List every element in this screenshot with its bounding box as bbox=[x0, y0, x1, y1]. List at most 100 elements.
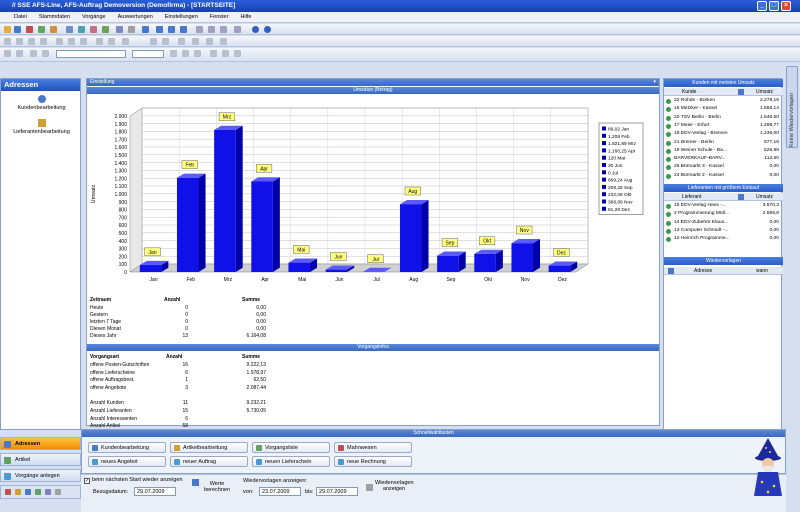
sort-icon[interactable] bbox=[122, 38, 129, 45]
view-icon[interactable] bbox=[150, 38, 157, 45]
quick-kundenbearbeitung-button[interactable]: Kundenbearbeitung bbox=[88, 442, 166, 453]
bezugsdatum-field[interactable]: 29.07.2009 bbox=[134, 487, 176, 496]
mini-nav-icon-1[interactable] bbox=[5, 489, 11, 495]
export-icon[interactable] bbox=[178, 38, 185, 45]
next-icon[interactable] bbox=[28, 38, 35, 45]
suppliers-col-umsatz[interactable]: Umsatz bbox=[756, 193, 773, 201]
italic-icon[interactable] bbox=[182, 50, 189, 57]
new-record-icon[interactable] bbox=[56, 38, 63, 45]
wiedervorlagen-col-adresse[interactable]: Adresse bbox=[694, 267, 712, 275]
customer-row[interactable]: 17 Meier - Erfurt 1.298,77 bbox=[664, 122, 783, 130]
wiedervorlagen-show-button[interactable]: Wiedervorlagen anzeigen bbox=[375, 480, 414, 492]
customer-row[interactable]: 19 Weiner Schule - Ba... 525,98 bbox=[664, 147, 783, 155]
menu-stammdaten[interactable]: Stammdaten bbox=[39, 14, 70, 20]
calc-icon[interactable] bbox=[196, 26, 203, 33]
close-button[interactable]: × bbox=[781, 1, 791, 11]
list-icon[interactable] bbox=[162, 38, 169, 45]
web-icon[interactable] bbox=[264, 26, 271, 33]
von-date-field[interactable]: 23.07.2009 bbox=[259, 487, 301, 496]
mini-nav-icon-3[interactable] bbox=[25, 489, 31, 495]
customer-row[interactable]: 22 Rohde - Borken 2.278,16 bbox=[664, 97, 783, 105]
mini-nav-icon-2[interactable] bbox=[15, 489, 21, 495]
prev-icon[interactable] bbox=[16, 38, 23, 45]
werte-berechnen-button[interactable]: Werte berechnen bbox=[201, 481, 233, 493]
customer-row[interactable]: 16 Metzker - Kassel 1.555,14 bbox=[664, 105, 783, 113]
supplier-row[interactable]: 14 EDV-Zubehör Klaus... 0,00 bbox=[664, 219, 783, 227]
arrange-icon[interactable] bbox=[180, 26, 187, 33]
calculate-icon[interactable] bbox=[192, 479, 199, 486]
add-icon[interactable] bbox=[102, 26, 109, 33]
align-right-icon[interactable] bbox=[234, 50, 241, 57]
tile-v-icon[interactable] bbox=[168, 26, 175, 33]
supplier-row[interactable]: 13 Computer Schmidt -... 0,00 bbox=[664, 227, 783, 235]
customer-row[interactable]: BARVERKAUF-BARV... 112,50 bbox=[664, 155, 783, 163]
customer-row[interactable]: 25 Bürmarkt 3 - Kassel 0,00 bbox=[664, 163, 783, 171]
globe-icon[interactable] bbox=[252, 26, 259, 33]
import-icon[interactable] bbox=[192, 38, 199, 45]
supplier-row[interactable]: 12 Heinrich Programme... 0,00 bbox=[664, 235, 783, 243]
customer-row[interactable]: 18 EDV-Verlag - Bremen 1.236,00 bbox=[664, 130, 783, 138]
last-icon[interactable] bbox=[40, 38, 47, 45]
bold-icon[interactable] bbox=[170, 50, 177, 57]
font-combo[interactable] bbox=[56, 49, 126, 58]
mini-nav-icon-6[interactable] bbox=[55, 489, 61, 495]
paste-icon[interactable] bbox=[78, 26, 85, 33]
mini-nav-icon-4[interactable] bbox=[35, 489, 41, 495]
quick-neue-rechnung-button[interactable]: neue Rechnung bbox=[334, 456, 412, 467]
sort-icon[interactable] bbox=[738, 194, 744, 200]
quick-neues-angebot-button[interactable]: neues Angebot bbox=[88, 456, 166, 467]
filter-icon[interactable] bbox=[108, 38, 115, 45]
maximize-button[interactable]: □ bbox=[769, 1, 779, 11]
quick-vorgangsliste-button[interactable]: Vorgangsliste bbox=[252, 442, 330, 453]
delete-icon[interactable] bbox=[90, 26, 97, 33]
size-combo[interactable] bbox=[132, 49, 164, 58]
grid-icon[interactable] bbox=[128, 26, 135, 33]
first-icon[interactable] bbox=[4, 38, 11, 45]
redo-icon[interactable] bbox=[16, 50, 23, 57]
menu-datei[interactable]: Datei bbox=[14, 14, 27, 20]
delete-record-icon[interactable] bbox=[68, 38, 75, 45]
align-center-icon[interactable] bbox=[222, 50, 229, 57]
quick-mahnwesen-button[interactable]: Mahnwesen bbox=[334, 442, 412, 453]
menu-hilfe[interactable]: Hilfe bbox=[240, 14, 251, 20]
folder-icon[interactable] bbox=[4, 26, 11, 33]
kundenbearbeitung-item[interactable]: Kundenbearbeitung bbox=[1, 95, 82, 111]
calendar-icon[interactable] bbox=[366, 484, 373, 491]
customer-row[interactable]: 21 Bremer - Berlin 677,16 bbox=[664, 139, 783, 147]
format-icon[interactable] bbox=[42, 50, 49, 57]
nav-adressen[interactable]: Adressen bbox=[0, 437, 81, 450]
edit-icon[interactable] bbox=[50, 26, 57, 33]
dropdown-arrow-icon[interactable]: ▾ bbox=[653, 79, 656, 86]
save-icon[interactable] bbox=[14, 26, 21, 33]
lieferantenbearbeitung-item[interactable]: Lieferantenbearbeitung bbox=[1, 119, 82, 135]
cascade-icon[interactable] bbox=[142, 26, 149, 33]
quick-neuen-lieferschein-button[interactable]: neuen Lieferschein bbox=[252, 456, 330, 467]
menu-vorgaenge[interactable]: Vorgänge bbox=[82, 14, 106, 20]
bis-date-field[interactable]: 29.07.2009 bbox=[316, 487, 358, 496]
refresh-icon[interactable] bbox=[38, 26, 45, 33]
window-icon[interactable] bbox=[116, 26, 123, 33]
report-icon[interactable] bbox=[206, 38, 213, 45]
supplier-row[interactable]: 2 Programmierung Müll... 2.559,8 bbox=[664, 210, 783, 218]
supplier-row[interactable]: 15 EDV-Verlag Hans -... 3.870,3 bbox=[664, 202, 783, 210]
quick-neuer-auftrag-button[interactable]: neuer Auftrag bbox=[170, 456, 248, 467]
minimize-button[interactable]: _ bbox=[757, 1, 767, 11]
mini-nav-icon-5[interactable] bbox=[45, 489, 51, 495]
customer-row[interactable]: 20 TSV Berlin - Berlin 1.548,50 bbox=[664, 114, 783, 122]
copy-icon[interactable] bbox=[66, 26, 73, 33]
search-icon[interactable] bbox=[96, 38, 103, 45]
undo-icon[interactable] bbox=[4, 50, 11, 57]
menu-fenster[interactable]: Fenster bbox=[210, 14, 229, 20]
wiedervorlagen-side-tab[interactable]: Keine Wiedervorlagen bbox=[786, 66, 798, 148]
mail-icon[interactable] bbox=[220, 26, 227, 33]
suppliers-col-lieferant[interactable]: Lieferant bbox=[682, 193, 701, 201]
customers-col-umsatz[interactable]: Umsatz bbox=[756, 88, 773, 96]
customer-row[interactable]: 24 Bürmarkt 2 - Kassel 0,00 bbox=[664, 172, 783, 180]
menu-einstellungen[interactable]: Einstellungen bbox=[165, 14, 198, 20]
wiedervorlagen-col-wann[interactable]: wann bbox=[756, 267, 768, 275]
print-icon[interactable] bbox=[26, 26, 33, 33]
einstellung-bar[interactable]: Einstellung ▾ bbox=[87, 79, 659, 86]
show-again-checkbox[interactable]: ✓ bbox=[84, 478, 90, 484]
info-icon[interactable] bbox=[220, 38, 227, 45]
nav-vorgaenge-anlegen[interactable]: Vorgänge anlegen bbox=[0, 469, 81, 482]
